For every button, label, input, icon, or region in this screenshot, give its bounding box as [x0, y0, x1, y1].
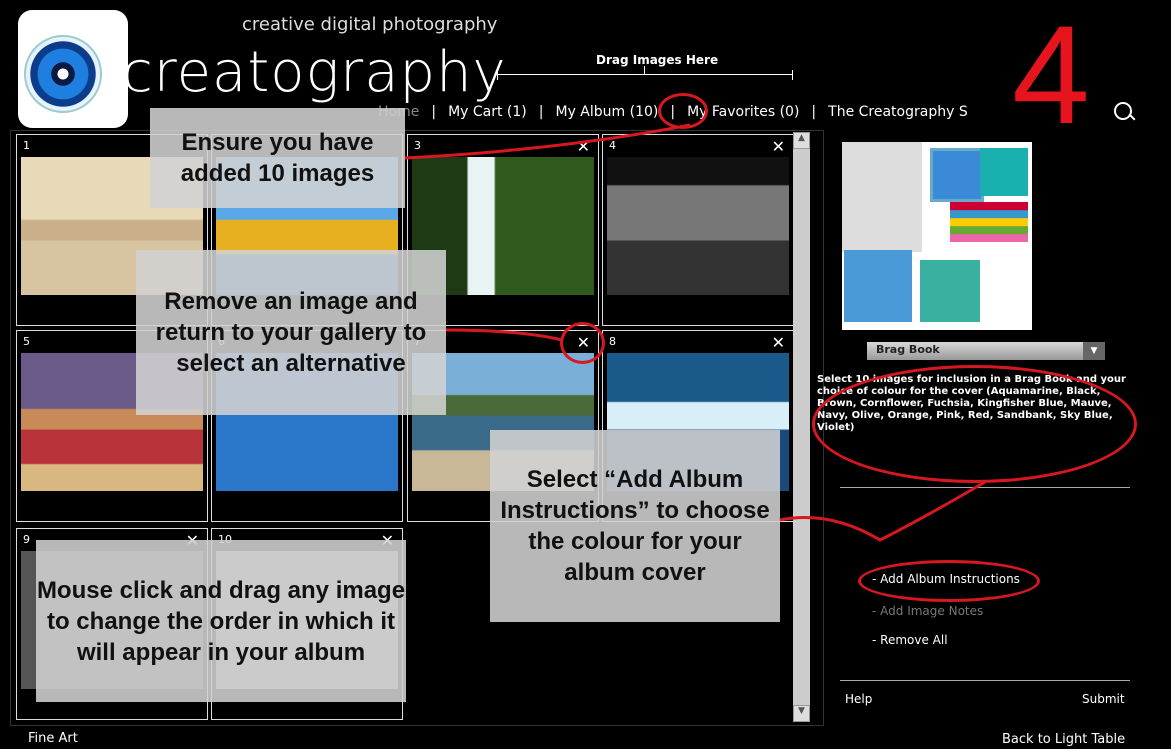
- footer-fine-art-link[interactable]: Fine Art: [28, 731, 78, 746]
- back-to-light-table-link[interactable]: Back to Light Table: [1002, 732, 1125, 747]
- annotation-connector-lines: [404, 123, 986, 542]
